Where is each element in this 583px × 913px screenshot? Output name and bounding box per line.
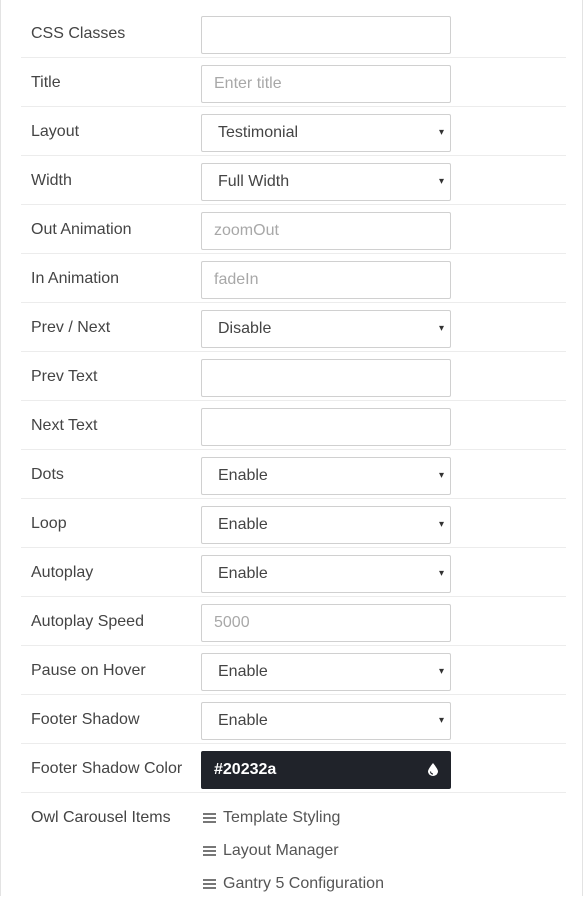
width-label: Width [31,172,72,189]
layout-select-value: Testimonial [218,124,299,141]
row-dots: Dots Enable ▾ [21,450,566,499]
settings-form: CSS Classes Title Enter title Layout Tes… [21,0,566,913]
chevron-down-icon: ▾ [438,666,444,677]
row-in-animation: In Animation fadeIn [21,254,566,303]
row-width: Width Full Width ▾ [21,156,566,205]
layout-label: Layout [31,123,80,140]
row-footer-shadow: Footer Shadow Enable ▾ [21,695,566,744]
footer-shadow-label: Footer Shadow [31,711,140,728]
owl-carousel-items-label: Owl Carousel Items [31,809,171,826]
dots-select[interactable]: Enable ▾ [201,457,451,495]
chevron-down-icon: ▾ [438,127,444,138]
autoplay-label: Autoplay [31,564,94,581]
autoplay-speed-label: Autoplay Speed [31,613,144,630]
row-owl-carousel-items: Owl Carousel Items Template Styling Layo… [21,793,566,913]
footer-shadow-color-label: Footer Shadow Color [31,760,183,777]
row-footer-shadow-color: Footer Shadow Color #20232a [21,744,566,793]
width-select-value: Full Width [218,173,290,190]
in-animation-input[interactable]: fadeIn [201,261,451,299]
carousel-item-label: Template Styling [223,809,341,826]
row-css-classes: CSS Classes [21,0,566,58]
out-animation-input[interactable]: zoomOut [201,212,451,250]
droplet-icon[interactable] [428,763,438,776]
footer-shadow-select[interactable]: Enable ▾ [201,702,451,740]
footer-shadow-select-value: Enable [218,712,268,729]
row-pause-on-hover: Pause on Hover Enable ▾ [21,646,566,695]
dots-select-value: Enable [218,467,268,484]
settings-panel: CSS Classes Title Enter title Layout Tes… [0,0,583,896]
autoplay-speed-input[interactable]: 5000 [201,604,451,642]
carousel-item[interactable]: Layout Manager [203,841,384,874]
color-value: #20232a [214,761,277,778]
drag-handle-icon[interactable] [203,879,216,891]
layout-select[interactable]: Testimonial ▾ [201,114,451,152]
row-next-text: Next Text [21,401,566,450]
in-animation-label: In Animation [31,270,120,287]
width-select[interactable]: Full Width ▾ [201,163,451,201]
prev-text-label: Prev Text [31,368,98,385]
dots-label: Dots [31,466,64,483]
chevron-down-icon: ▾ [438,176,444,187]
out-animation-label: Out Animation [31,221,132,238]
chevron-down-icon: ▾ [438,568,444,579]
chevron-down-icon: ▾ [438,519,444,530]
carousel-item[interactable]: Gantry 5 Configuration [203,874,384,907]
row-prev-next: Prev / Next Disable ▾ [21,303,566,352]
row-layout: Layout Testimonial ▾ [21,107,566,156]
css-classes-input[interactable] [201,16,451,54]
pause-on-hover-label: Pause on Hover [31,662,146,679]
carousel-item-label: Gantry 5 Configuration [223,875,384,892]
carousel-item[interactable]: Template Styling [203,808,384,841]
autoplay-select[interactable]: Enable ▾ [201,555,451,593]
title-input[interactable]: Enter title [201,65,451,103]
pause-on-hover-select-value: Enable [218,663,268,680]
row-out-animation: Out Animation zoomOut [21,205,566,254]
pause-on-hover-select[interactable]: Enable ▾ [201,653,451,691]
prev-text-input[interactable] [201,359,451,397]
prev-next-select-value: Disable [218,320,272,337]
title-label: Title [31,74,61,91]
chevron-down-icon: ▾ [438,470,444,481]
carousel-item-label: Layout Manager [223,842,339,859]
prev-next-label: Prev / Next [31,319,111,336]
drag-handle-icon[interactable] [203,846,216,858]
chevron-down-icon: ▾ [438,323,444,334]
loop-label: Loop [31,515,67,532]
next-text-label: Next Text [31,417,98,434]
row-title: Title Enter title [21,58,566,107]
footer-shadow-color-picker[interactable]: #20232a [201,751,451,789]
drag-handle-icon[interactable] [203,813,216,825]
loop-select-value: Enable [218,516,268,533]
row-autoplay: Autoplay Enable ▾ [21,548,566,597]
row-loop: Loop Enable ▾ [21,499,566,548]
next-text-input[interactable] [201,408,451,446]
carousel-items-list: Template Styling Layout Manager Gantry 5… [203,808,384,907]
row-prev-text: Prev Text [21,352,566,401]
loop-select[interactable]: Enable ▾ [201,506,451,544]
css-classes-label: CSS Classes [31,25,126,42]
prev-next-select[interactable]: Disable ▾ [201,310,451,348]
autoplay-select-value: Enable [218,565,268,582]
chevron-down-icon: ▾ [438,715,444,726]
row-autoplay-speed: Autoplay Speed 5000 [21,597,566,646]
